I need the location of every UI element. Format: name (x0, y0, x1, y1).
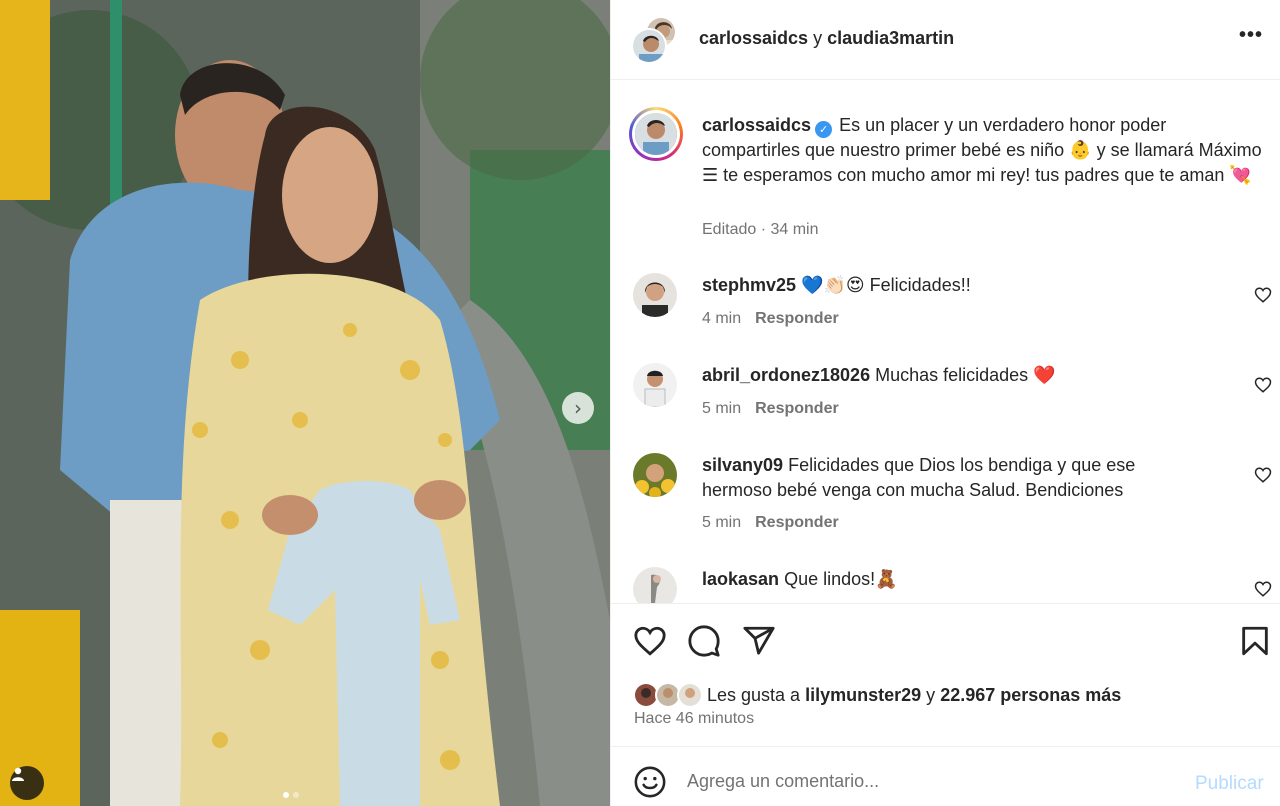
comments-list[interactable]: carlossaidcs ✓ Es un placer y un verdader… (611, 81, 1280, 603)
author-username[interactable]: carlossaidcs (699, 28, 808, 48)
likes-joiner: y (926, 684, 936, 705)
comment-username[interactable]: stephmv25 (702, 275, 796, 295)
reply-button[interactable]: Responder (755, 310, 839, 327)
liker-avatars (633, 682, 703, 708)
chevron-right-icon: › (574, 396, 582, 420)
collab-avatars[interactable] (631, 16, 679, 64)
likes-summary: Les gusta a lilymunster29 y 22.967 perso… (633, 680, 1121, 710)
post-header: carlossaidcs y claudia3martin ••• (611, 0, 1280, 80)
comment-body: laokasan Que lindos!🧸 (702, 567, 1202, 592)
reply-button[interactable]: Responder (755, 514, 839, 531)
user-tag-icon (12, 767, 24, 781)
author-username[interactable]: claudia3martin (827, 28, 954, 48)
bookmark-icon[interactable] (1238, 624, 1272, 658)
post-authors: carlossaidcs y claudia3martin (699, 28, 954, 49)
publish-button[interactable]: Publicar (1195, 773, 1264, 795)
likes-prefix: Les gusta a (707, 684, 801, 705)
comment-time: 5 min (702, 400, 742, 417)
next-media-button[interactable]: › (562, 392, 594, 424)
carousel-dot (293, 792, 299, 798)
post-details-panel: carlossaidcs y claudia3martin ••• carlos… (610, 0, 1280, 806)
post-photo (0, 0, 610, 806)
liker-username[interactable]: lilymunster29 (805, 685, 921, 706)
comment-body: stephmv25 💙👏🏻😍 Felicidades!! (702, 273, 1202, 298)
comment-username[interactable]: laokasan (702, 569, 779, 589)
tagged-users-button[interactable] (10, 766, 44, 800)
carousel-dot (283, 792, 289, 798)
comment-time: 4 min (702, 310, 742, 327)
comment-body: silvany09 Felicidades que Dios los bendi… (702, 453, 1202, 502)
caption-username[interactable]: carlossaidcs (702, 115, 811, 135)
avatar[interactable] (633, 453, 677, 497)
avatar (677, 682, 703, 708)
comment-text: Muchas felicidades ❤️ (875, 365, 1056, 385)
caption-meta: Editado · 34 min (702, 221, 819, 238)
post-media[interactable]: › (0, 0, 610, 806)
avatar[interactable] (633, 363, 677, 407)
comment-text: Que lindos!🧸 (784, 569, 898, 589)
verified-icon: ✓ (815, 121, 833, 138)
post-timestamp[interactable]: Hace 46 minutos (634, 710, 754, 728)
heart-icon[interactable] (1254, 466, 1272, 484)
comment-username[interactable]: abril_ordonez18026 (702, 365, 870, 385)
avatar[interactable] (633, 273, 677, 317)
comment-input[interactable] (687, 763, 1167, 799)
heart-icon[interactable] (1254, 580, 1272, 598)
comment-body: abril_ordonez18026 Muchas felicidades ❤️ (702, 363, 1202, 388)
caption-avatar[interactable] (629, 107, 683, 161)
heart-icon[interactable] (1254, 286, 1272, 304)
heart-icon[interactable] (1254, 376, 1272, 394)
heart-icon[interactable] (633, 624, 667, 658)
carousel-dots (283, 792, 299, 798)
post-actions: Les gusta a lilymunster29 y 22.967 perso… (611, 603, 1280, 747)
comment-meta: 5 min Responder (702, 400, 839, 418)
avatar (631, 28, 667, 64)
author-joiner: y (813, 28, 823, 48)
more-icon[interactable]: ••• (1239, 24, 1263, 47)
comment-meta: 4 min Responder (702, 310, 839, 328)
share-icon[interactable] (742, 624, 776, 658)
comment-text: 💙👏🏻😍 Felicidades!! (801, 275, 971, 295)
reply-button[interactable]: Responder (755, 400, 839, 417)
avatar[interactable] (633, 567, 677, 603)
comment-time: 5 min (702, 514, 742, 531)
comment-meta: 5 min Responder (702, 514, 839, 532)
likes-count[interactable]: 22.967 personas más (940, 685, 1121, 706)
emoji-icon[interactable] (633, 765, 667, 799)
add-comment-bar: Publicar (611, 747, 1280, 806)
comment-username[interactable]: silvany09 (702, 455, 783, 475)
caption-body: carlossaidcs ✓ Es un placer y un verdader… (702, 113, 1262, 187)
comment-icon[interactable] (687, 624, 721, 658)
